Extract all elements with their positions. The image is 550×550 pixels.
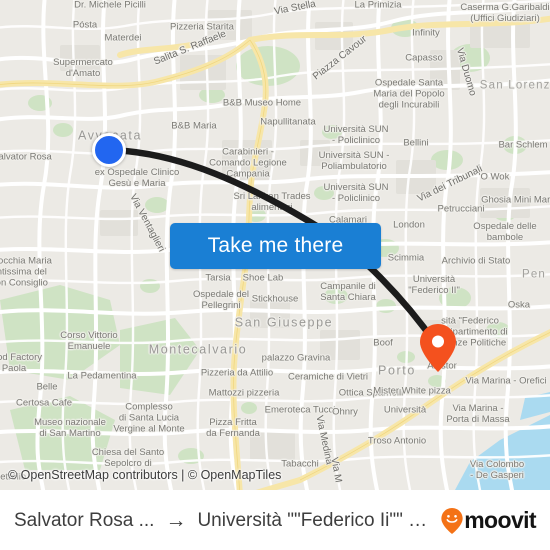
destination-marker[interactable] [420,324,456,372]
moovit-pin-icon [441,507,463,534]
moovit-map-screen: Dr. Michele Picilli Pósta Materdei Supermer… [0,0,550,550]
trip-destination-label: Università ""Federico Ii"" - Plesso ... [197,509,432,531]
origin-marker[interactable] [92,133,126,167]
moovit-logo[interactable]: moovit [441,507,537,534]
trip-summary-bar: Salvator Rosa ... → Università ""Federic… [0,490,550,550]
moovit-wordmark: moovit [464,507,536,533]
attribution-text: © OpenStreetMap contributors | © OpenMap… [8,468,282,482]
take-me-there-button[interactable]: Take me there [170,223,381,269]
trip-origin-label: Salvator Rosa ... [14,509,155,531]
take-me-there-label: Take me there [207,234,344,257]
map-attribution[interactable]: © OpenStreetMap contributors | © OpenMap… [8,468,281,482]
map-canvas[interactable]: Dr. Michele Picilli Pósta Materdei Supermer… [0,0,550,490]
trip-endpoints: Salvator Rosa ... → Università ""Federic… [14,509,431,533]
arrow-right-icon: → [165,508,187,532]
